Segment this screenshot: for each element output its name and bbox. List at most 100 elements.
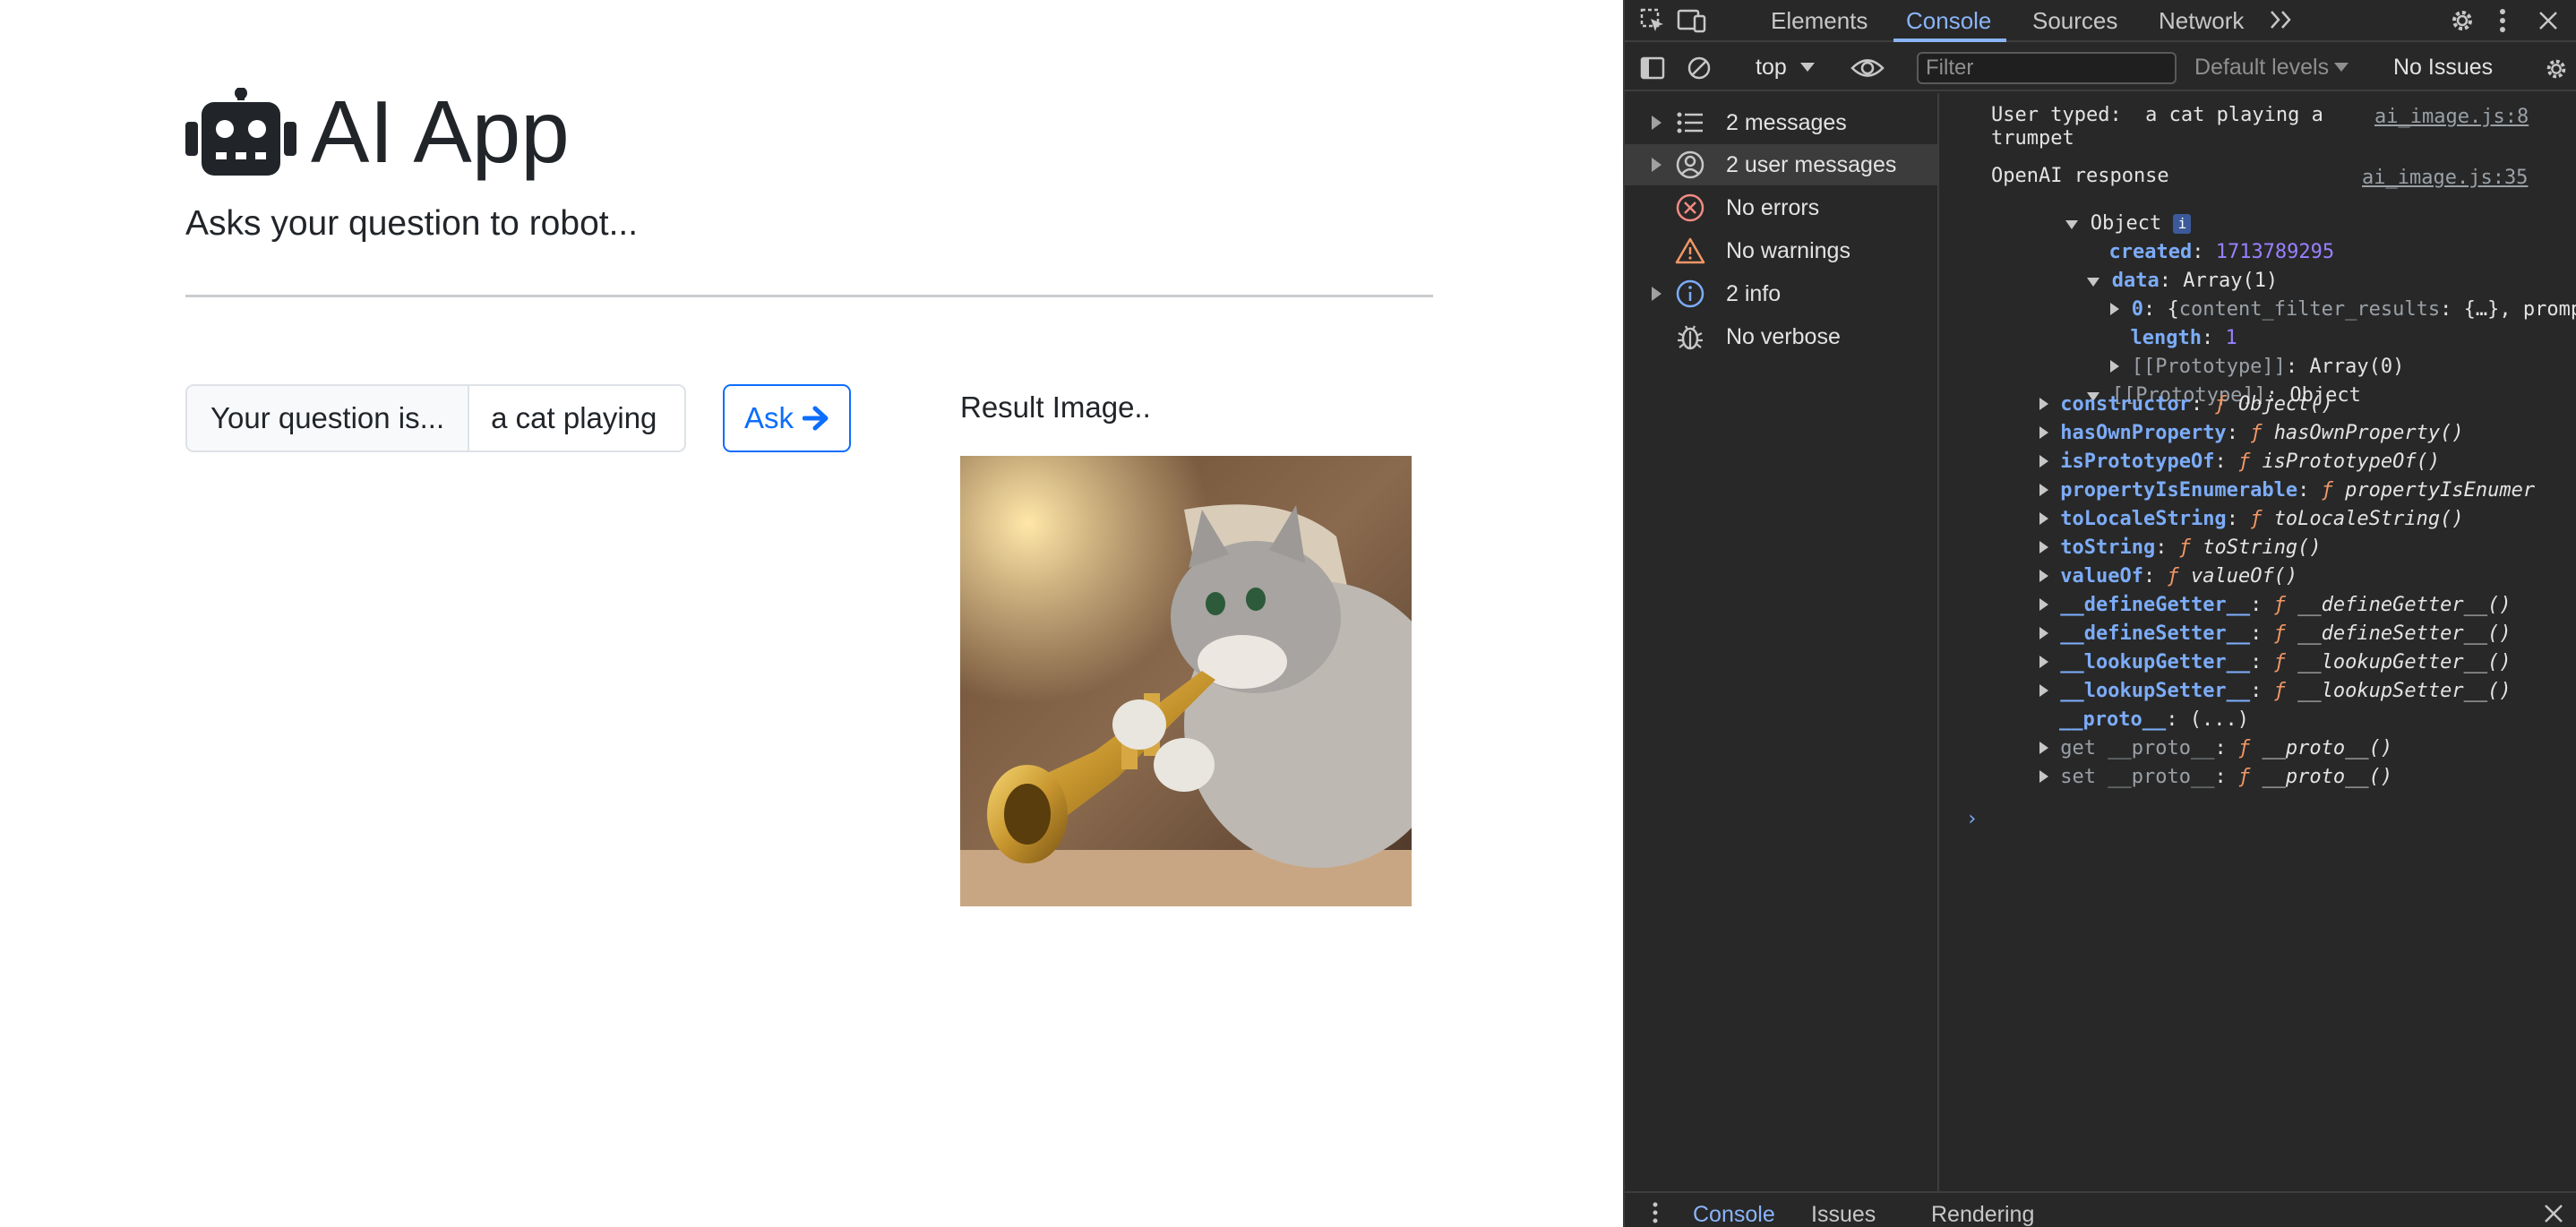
method-row[interactable]: isPrototypeOf: ƒ isPrototypeOf(): [2039, 452, 2440, 472]
expand-arrow-icon[interactable]: [2039, 742, 2048, 754]
sidebar-item-info[interactable]: 2 info: [1625, 273, 1937, 314]
more-tabs-icon[interactable]: [2268, 5, 2295, 34]
log-line: OpenAI response: [1991, 165, 2169, 187]
context-dropdown-icon[interactable]: [1800, 62, 1815, 73]
log-levels-dropdown[interactable]: Default levels: [2194, 55, 2329, 81]
source-link[interactable]: ai_image.js:8: [2374, 106, 2529, 128]
bug-icon: [1675, 322, 1705, 352]
method-row[interactable]: __defineSetter__: ƒ __defineSetter__(): [2039, 624, 2512, 644]
sidebar-item-label: No errors: [1726, 194, 1820, 220]
property-value: toString(): [2202, 536, 2322, 559]
sidebar-item-label: No warnings: [1726, 237, 1850, 263]
drawer-tab-issues[interactable]: Issues: [1811, 1202, 1876, 1227]
expand-arrow-icon[interactable]: [2039, 770, 2048, 783]
drawer-tab-console[interactable]: Console: [1693, 1202, 1775, 1227]
property-key: propertyIsEnumerable: [2060, 479, 2298, 502]
console-output: User typed: a cat playing a trumpet ai_i…: [1941, 93, 2576, 1191]
clear-console-icon[interactable]: [1686, 55, 1713, 82]
settings-gear-icon[interactable]: [2447, 5, 2477, 36]
question-input[interactable]: [469, 384, 687, 452]
expand-arrow-icon[interactable]: [1652, 116, 1662, 130]
warning-icon: [1675, 236, 1705, 266]
expand-arrow-icon[interactable]: [2039, 570, 2048, 582]
log-line: User typed: a cat playing a: [1991, 104, 2323, 126]
arrow-right-icon: [803, 406, 829, 431]
close-drawer-icon[interactable]: [2542, 1202, 2565, 1225]
property-value: __lookupSetter__(): [2297, 680, 2512, 702]
expand-arrow-icon[interactable]: [2039, 684, 2048, 697]
device-toolbar-icon[interactable]: [1677, 7, 1707, 34]
method-row[interactable]: constructor: ƒ Object(): [2039, 395, 2333, 415]
console-settings-icon[interactable]: [2542, 55, 2571, 83]
property-value: propertyIsEnumer: [2345, 479, 2536, 502]
method-row[interactable]: hasOwnProperty: ƒ hasOwnProperty(): [2039, 424, 2464, 443]
method-row[interactable]: __defineGetter__: ƒ __defineGetter__(): [2039, 596, 2512, 615]
property-value: __defineSetter__(): [2297, 622, 2512, 645]
property-key: get __proto__: [2060, 737, 2215, 759]
expand-arrow-icon[interactable]: [2039, 627, 2048, 639]
sidebar-item-errors[interactable]: No errors: [1625, 187, 1937, 228]
method-row[interactable]: __lookupGetter__: ƒ __lookupGetter__(): [2039, 653, 2512, 673]
drawer-tab-rendering[interactable]: Rendering: [1931, 1202, 2034, 1227]
expand-arrow-icon[interactable]: [2039, 484, 2048, 496]
accessor-row[interactable]: get __proto__: ƒ __proto__(): [2039, 739, 2392, 759]
property-value: valueOf(): [2190, 565, 2298, 588]
property-key: constructor: [2060, 393, 2191, 416]
question-label: Your question is...: [185, 384, 470, 452]
result-label: Result Image..: [960, 390, 1151, 424]
expand-arrow-icon[interactable]: [2039, 512, 2048, 525]
property-value: toLocaleString(): [2273, 508, 2464, 530]
close-devtools-icon[interactable]: [2535, 7, 2562, 34]
ask-button[interactable]: Ask: [723, 384, 851, 452]
console-sidebar: 2 messages 2 user messages No errors No …: [1625, 93, 1939, 1191]
robot-icon: [185, 88, 296, 176]
sidebar-item-messages[interactable]: 2 messages: [1625, 102, 1937, 143]
expand-arrow-icon[interactable]: [2039, 455, 2048, 468]
property-value: (...): [2189, 708, 2249, 731]
context-selector[interactable]: top: [1756, 55, 1787, 81]
expand-arrow-icon[interactable]: [2039, 541, 2048, 553]
sidebar-toggle-icon[interactable]: [1639, 55, 1666, 82]
inspect-element-icon[interactable]: [1639, 7, 1666, 34]
method-row[interactable]: __lookupSetter__: ƒ __lookupSetter__(): [2039, 682, 2512, 701]
console-prompt-chevron-icon[interactable]: ›: [1966, 810, 1978, 829]
tab-network[interactable]: Network: [2159, 7, 2244, 35]
property-key: set __proto__: [2060, 766, 2215, 788]
levels-dropdown-icon[interactable]: [2334, 62, 2348, 73]
sidebar-item-user-messages[interactable]: 2 user messages: [1625, 144, 1937, 185]
title-row: AI App: [185, 88, 570, 176]
expand-arrow-icon[interactable]: [2039, 598, 2048, 611]
property-key: __lookupGetter__: [2060, 651, 2251, 674]
console-toolbar: top Filter Default levels No Issues: [1625, 44, 2576, 91]
tab-elements[interactable]: Elements: [1771, 7, 1868, 35]
tab-console[interactable]: Console: [1906, 7, 1991, 35]
sidebar-item-verbose[interactable]: No verbose: [1625, 316, 1937, 357]
property-value: __lookupGetter__(): [2297, 651, 2512, 674]
issues-counter[interactable]: No Issues: [2393, 55, 2493, 81]
method-row[interactable]: valueOf: ƒ valueOf(): [2039, 567, 2297, 587]
kebab-menu-icon[interactable]: [2494, 5, 2512, 36]
expand-arrow-icon[interactable]: [2039, 398, 2048, 410]
expand-arrow-icon[interactable]: [2039, 656, 2048, 668]
proto-getter-row[interactable]: __proto__: (...): [2059, 710, 2249, 730]
property-value: isPrototypeOf(): [2262, 450, 2441, 473]
sidebar-item-warnings[interactable]: No warnings: [1625, 230, 1937, 271]
result-image: [960, 456, 1412, 906]
source-link[interactable]: ai_image.js:35: [2362, 167, 2528, 189]
expand-arrow-icon[interactable]: [2039, 426, 2048, 439]
expand-arrow-icon[interactable]: [1652, 158, 1662, 172]
tab-sources[interactable]: Sources: [2032, 7, 2117, 35]
page-title: AI App: [311, 82, 570, 181]
live-expression-eye-icon[interactable]: [1850, 55, 1885, 82]
method-row[interactable]: toString: ƒ toString(): [2039, 538, 2322, 558]
property-key: toLocaleString: [2060, 508, 2227, 530]
active-tab-indicator: [1893, 39, 2006, 42]
method-row[interactable]: propertyIsEnumerable: ƒ propertyIsEnumer: [2039, 481, 2535, 501]
accessor-row[interactable]: set __proto__: ƒ __proto__(): [2039, 768, 2392, 787]
filter-input[interactable]: Filter: [1917, 52, 2177, 84]
expand-arrow-icon[interactable]: [1652, 287, 1662, 301]
question-input-group: Your question is...: [185, 384, 687, 452]
drawer-menu-icon[interactable]: [1650, 1200, 1661, 1225]
method-row[interactable]: toLocaleString: ƒ toLocaleString(): [2039, 510, 2464, 529]
property-key: __defineSetter__: [2060, 622, 2251, 645]
